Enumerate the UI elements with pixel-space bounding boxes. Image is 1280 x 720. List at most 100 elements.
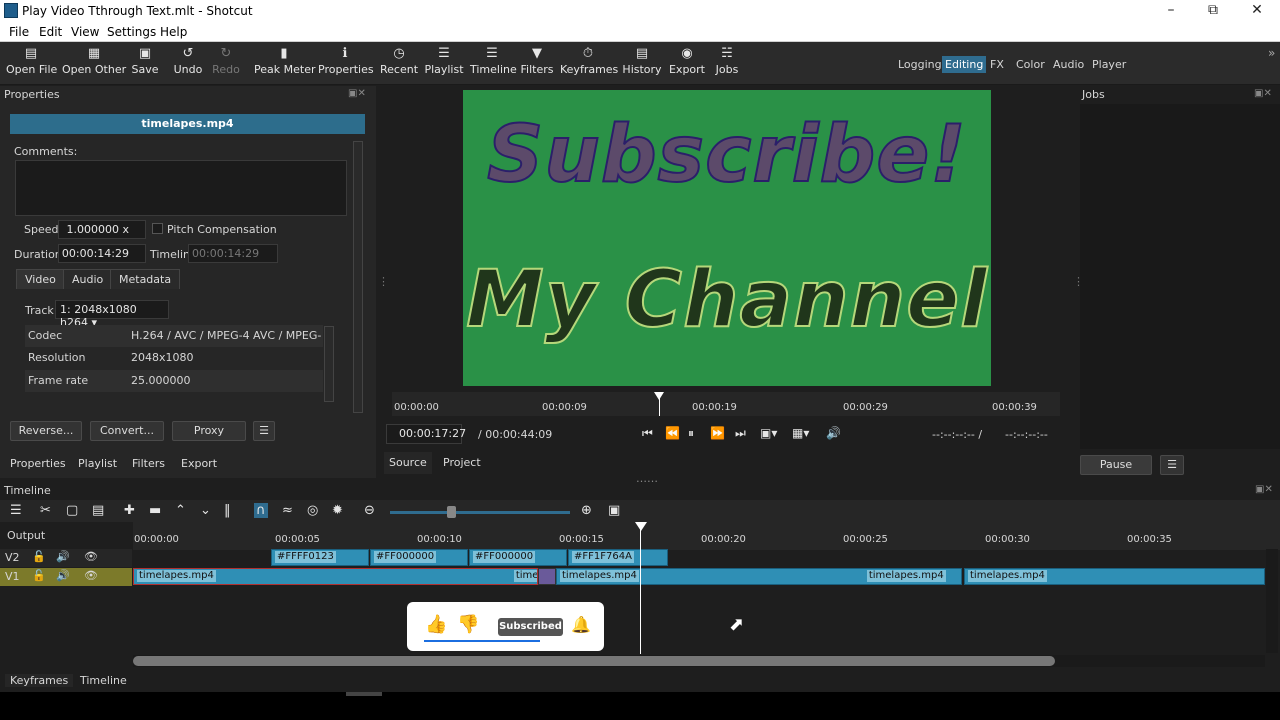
recent-button[interactable]: ◷ Recent xyxy=(378,45,420,83)
eye-icon[interactable]: 👁 xyxy=(84,550,98,563)
menu-edit[interactable]: Edit xyxy=(39,25,62,39)
undo-button[interactable]: ↺ Undo xyxy=(170,45,206,83)
zoom-slider[interactable] xyxy=(390,511,570,514)
zoom-out-icon[interactable]: ⊖ xyxy=(364,503,375,518)
cut-icon[interactable]: ✂ xyxy=(40,503,51,518)
layout-editing[interactable]: Editing xyxy=(942,56,987,73)
ripple-all-icon[interactable]: ✹ xyxy=(332,503,343,518)
open-other-button[interactable]: ▦ Open Other xyxy=(62,45,126,83)
timeline-clip[interactable]: #FF000000 xyxy=(370,549,468,566)
lock-icon[interactable]: 🔓 xyxy=(32,550,46,563)
timeline-playhead[interactable] xyxy=(635,522,647,531)
copy-icon[interactable]: ▢ xyxy=(66,503,78,518)
table-scrollbar[interactable] xyxy=(324,326,334,402)
splitter-handle[interactable]: …… xyxy=(636,472,658,485)
timeline-ruler[interactable]: 00:00:00 00:00:05 00:00:10 00:00:15 00:0… xyxy=(133,522,1280,550)
track-header-v2[interactable]: V2 🔓 🔊 👁 xyxy=(0,549,132,567)
history-button[interactable]: ▤ History xyxy=(622,45,662,83)
grid-icon[interactable]: ▦▾ xyxy=(792,426,809,440)
layout-player[interactable]: Player xyxy=(1089,56,1129,73)
volume-icon[interactable]: 🔊 xyxy=(826,426,841,440)
layout-fx[interactable]: FX xyxy=(987,56,1007,73)
float-icon[interactable]: ▣✕ xyxy=(1254,88,1272,99)
timeline-menu-icon[interactable]: ☰ xyxy=(10,503,22,518)
comments-field[interactable] xyxy=(15,160,347,216)
ripple-icon[interactable]: ◎ xyxy=(307,503,318,518)
tab-keyframes[interactable]: Keyframes xyxy=(5,674,74,687)
menu-help[interactable]: Help xyxy=(160,25,187,39)
lock-icon[interactable]: 🔓 xyxy=(32,569,46,582)
timeline-clip[interactable]: #FFFF0123 xyxy=(271,549,369,566)
float-icon[interactable]: ▣✕ xyxy=(348,88,366,99)
zoom-in-icon[interactable]: ⊕ xyxy=(581,503,592,518)
timeline-clip[interactable]: #FF1F764A xyxy=(568,549,668,566)
rewind-icon[interactable]: ⏪ xyxy=(665,426,680,440)
bottom-scroll-handle[interactable] xyxy=(346,692,382,696)
transition-clip[interactable] xyxy=(538,568,556,585)
redo-button[interactable]: ↻ Redo xyxy=(208,45,244,83)
zoom-fit-icon[interactable]: ▣▾ xyxy=(760,426,777,440)
timeline-clip[interactable]: timelapes.mp4 timelapes.mp4 xyxy=(133,568,538,585)
tab-audio[interactable]: Audio xyxy=(63,269,113,289)
pause-button[interactable]: Pause xyxy=(1080,455,1152,475)
overwrite-icon[interactable]: ⌄ xyxy=(200,503,211,518)
viewer-ruler[interactable]: 00:00:00 00:00:09 00:00:19 00:00:29 00:0… xyxy=(392,392,1060,416)
timeline-scrollbar-thumb[interactable] xyxy=(133,656,1055,666)
track-header-v1[interactable]: V1 🔓 🔊 👁 xyxy=(0,568,132,586)
menu-file[interactable]: File xyxy=(9,25,29,39)
close-icon[interactable]: ✕ xyxy=(1242,2,1272,18)
mute-icon[interactable]: 🔊 xyxy=(56,569,70,582)
tab-timeline[interactable]: Timeline xyxy=(75,674,132,687)
tab-playlist[interactable]: Playlist xyxy=(73,453,122,475)
tab-export[interactable]: Export xyxy=(176,453,222,475)
keyframes-button[interactable]: ⏱ Keyframes xyxy=(560,45,618,83)
pitch-checkbox[interactable] xyxy=(152,223,163,234)
tab-video[interactable]: Video xyxy=(16,269,65,289)
restore-icon[interactable]: ⧉ xyxy=(1198,2,1228,18)
skip-previous-icon[interactable]: ⏮ xyxy=(642,426,653,441)
save-button[interactable]: ▣ Save xyxy=(128,45,162,83)
paste-icon[interactable]: ▤ xyxy=(92,503,104,518)
zoom-fit-icon[interactable]: ▣ xyxy=(608,503,620,518)
timeline-clip[interactable]: timelapes.mp4 timelapes.mp4 xyxy=(556,568,962,585)
properties-button[interactable]: ℹ Properties xyxy=(318,45,374,83)
zoom-slider-handle[interactable] xyxy=(447,506,456,518)
timeline-clip[interactable]: #FF000000 xyxy=(469,549,567,566)
tab-properties[interactable]: Properties xyxy=(5,453,71,475)
toolbar-extension-icon[interactable]: » xyxy=(1268,46,1275,60)
peak-meter-button[interactable]: ▮ Peak Meter xyxy=(254,45,315,83)
layout-audio[interactable]: Audio xyxy=(1050,56,1087,73)
tab-metadata[interactable]: Metadata xyxy=(110,269,181,289)
properties-scrollbar[interactable] xyxy=(353,141,363,413)
eye-icon[interactable]: 👁 xyxy=(84,569,98,582)
split-icon[interactable]: ‖ xyxy=(224,503,231,518)
duration-field[interactable]: 00:00:14:29 xyxy=(58,244,146,263)
lift-icon[interactable]: ⌃ xyxy=(175,503,186,518)
fast-forward-icon[interactable]: ⏩ xyxy=(710,426,725,440)
snap-icon[interactable]: ∩ xyxy=(254,503,268,518)
mute-icon[interactable]: 🔊 xyxy=(56,550,70,563)
jobs-menu-icon[interactable]: ☰ xyxy=(1160,455,1184,475)
export-button[interactable]: ◉ Export xyxy=(668,45,706,83)
timeline-clip[interactable]: timelapes.mp4 xyxy=(964,568,1265,585)
proxy-button[interactable]: Proxy xyxy=(172,421,246,441)
scrub-icon[interactable]: ≈ xyxy=(282,503,293,518)
layout-logging[interactable]: Logging xyxy=(895,56,945,73)
timeline-button[interactable]: ☰ Timeline xyxy=(470,45,517,83)
menu-settings[interactable]: Settings xyxy=(107,25,156,39)
tab-filters[interactable]: Filters xyxy=(127,453,170,475)
tab-source[interactable]: Source xyxy=(384,452,432,474)
remove-icon[interactable]: ▬ xyxy=(149,503,161,518)
jobs-button[interactable]: ☵ Jobs xyxy=(712,45,742,83)
tab-project[interactable]: Project xyxy=(438,452,486,474)
track-select[interactable]: 1: 2048x1080 h264 ▾ xyxy=(55,300,169,329)
filters-button[interactable]: ▼ Filters xyxy=(518,45,556,83)
video-frame[interactable]: Subscribe! My Channel xyxy=(463,90,991,386)
splitter-handle[interactable]: ⋮ xyxy=(378,275,389,288)
open-file-button[interactable]: ▤ Open File xyxy=(6,45,57,83)
reverse-button[interactable]: Reverse... xyxy=(10,421,82,441)
skip-next-icon[interactable]: ⏭ xyxy=(735,426,746,441)
menu-view[interactable]: View xyxy=(71,25,99,39)
menu-icon[interactable]: ☰ xyxy=(253,421,275,441)
layout-color[interactable]: Color xyxy=(1013,56,1048,73)
